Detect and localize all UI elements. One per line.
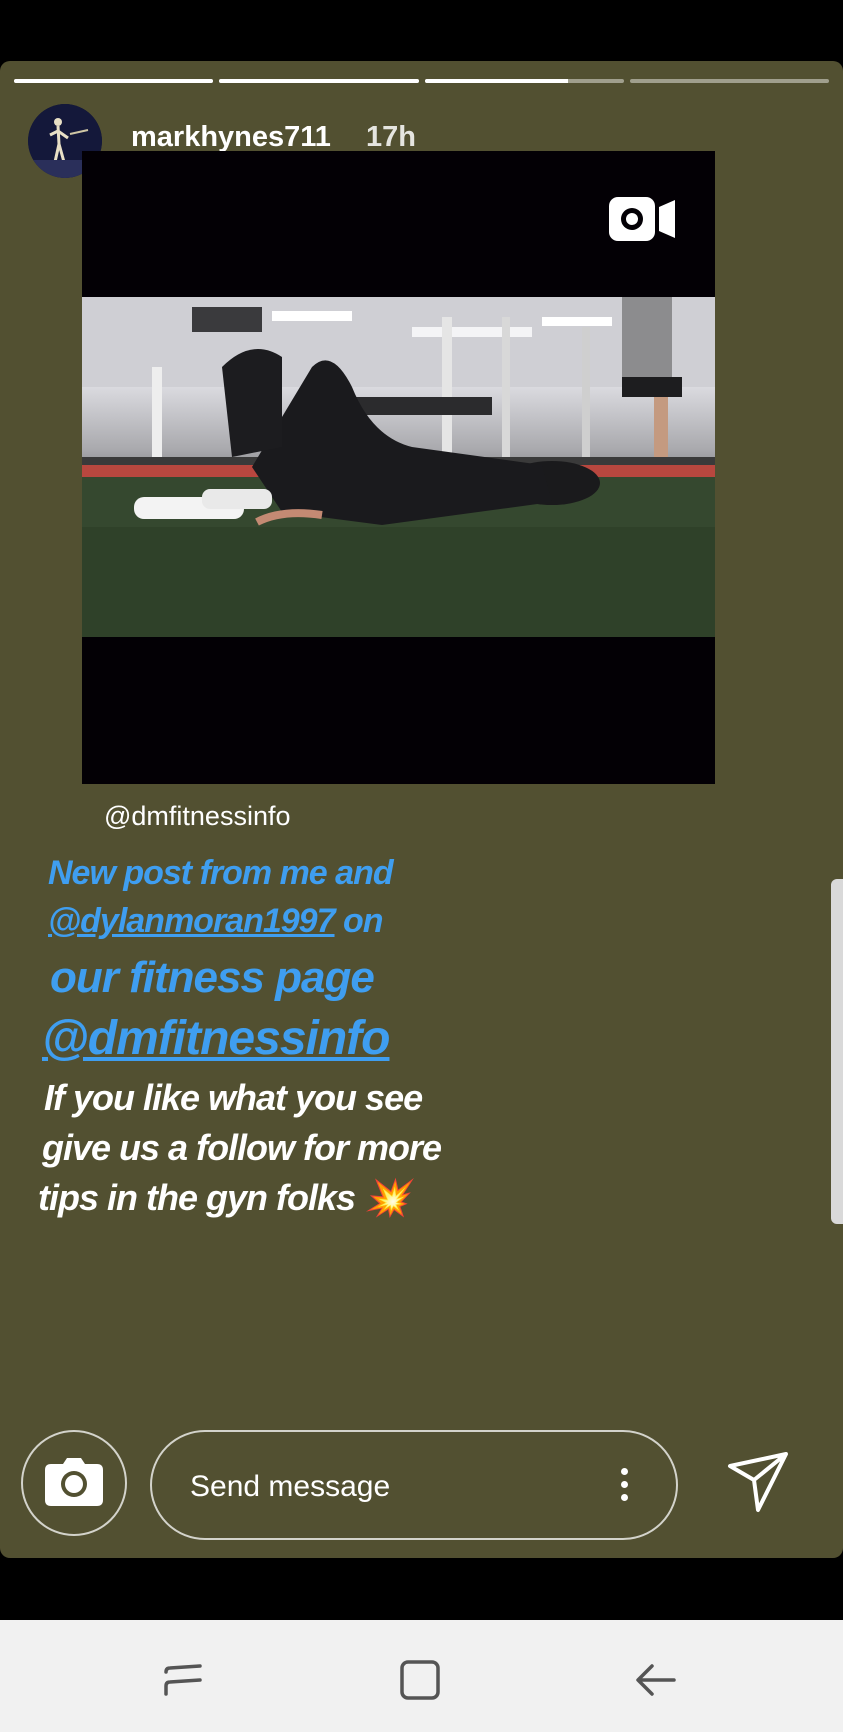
send-message-placeholder: Send message	[190, 1470, 391, 1503]
story-progress-bar	[14, 79, 829, 83]
progress-segment	[424, 79, 624, 83]
send-icon	[726, 1452, 792, 1520]
back-icon[interactable]	[632, 1656, 680, 1704]
caption-text: tips in the gyn folks	[38, 1177, 356, 1218]
system-navigation-bar	[0, 1620, 843, 1732]
camera-button[interactable]	[21, 1430, 127, 1536]
caption-line: our fitness page	[50, 953, 375, 1002]
story-timestamp: 17h	[366, 121, 416, 153]
video-thumbnail	[82, 297, 715, 637]
caption-line: If you like what you see	[44, 1077, 423, 1118]
caption-line: @dylanmoran1997 on	[48, 902, 383, 941]
progress-segment	[219, 79, 419, 83]
story-username[interactable]: markhynes711	[131, 121, 331, 154]
caption-line: give us a follow for more	[42, 1127, 442, 1168]
story-view[interactable]: markhynes711 17h @dmfitnessinfo New post…	[0, 61, 843, 1558]
progress-segment	[14, 79, 214, 83]
caption-line: New post from me and	[48, 854, 394, 892]
recents-icon[interactable]	[160, 1656, 208, 1704]
shared-post-preview[interactable]	[82, 151, 715, 784]
caption-line: tips in the gyn folks 💥	[38, 1177, 409, 1219]
mention-link[interactable]: @dylanmoran1997	[48, 902, 336, 940]
more-vertical-icon[interactable]	[621, 1468, 628, 1501]
explosion-emoji: 💥	[364, 1177, 409, 1218]
send-button[interactable]	[726, 1450, 792, 1516]
shared-post-tag[interactable]: @dmfitnessinfo	[104, 801, 290, 832]
camera-icon	[45, 1456, 103, 1511]
mention-link[interactable]: @dmfitnessinfo	[42, 1011, 390, 1066]
scrollbar[interactable]	[831, 879, 843, 1224]
send-message-input[interactable]: Send message	[150, 1430, 678, 1540]
video-camera-icon	[609, 197, 675, 246]
home-icon[interactable]	[396, 1656, 444, 1704]
caption-text: on	[334, 902, 384, 940]
progress-segment	[629, 79, 829, 83]
